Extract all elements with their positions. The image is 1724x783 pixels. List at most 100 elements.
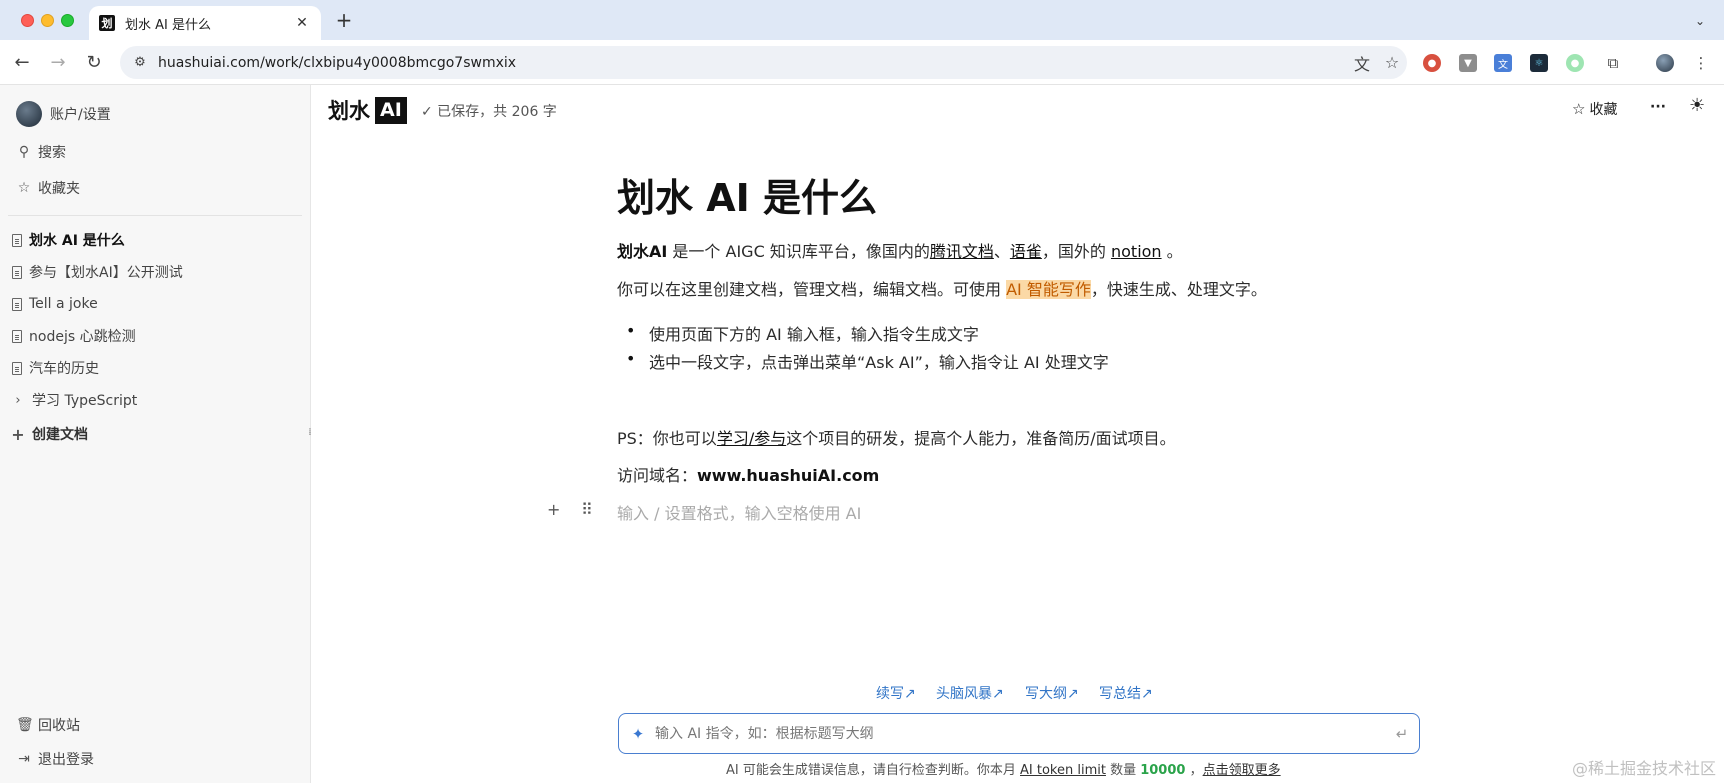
- extensions-puzzle-icon[interactable]: ⧉: [1604, 54, 1622, 72]
- search-icon: ⚲: [18, 144, 30, 160]
- empty-block-placeholder[interactable]: 输入 / 设置格式，输入空格使用 AI: [617, 500, 861, 524]
- browser-toolbar: ← → ↻ ⚙ huashuiai.com/work/clxbipu4y0008…: [0, 40, 1724, 85]
- domain-text: www.huashuiAI.com: [697, 466, 880, 485]
- text: 这个项目的研发，提高个人能力，准备简历/面试项目。: [786, 429, 1176, 448]
- react-devtools-icon[interactable]: ⚛: [1530, 54, 1548, 72]
- link-yuque[interactable]: 语雀: [1010, 242, 1042, 261]
- ai-quick-brainstorm[interactable]: 头脑风暴↗: [936, 683, 1004, 703]
- extension-icon[interactable]: ▼: [1459, 54, 1477, 72]
- browser-tab-bar: 划 划水 AI 是什么 ✕ + ⌄: [0, 0, 1724, 40]
- close-window-button[interactable]: [21, 14, 34, 27]
- trash-icon: 🗑: [16, 717, 34, 733]
- document-icon: [12, 361, 22, 375]
- translate-extension-icon[interactable]: 文: [1494, 54, 1512, 72]
- account-label: 账户/设置: [50, 107, 111, 123]
- document-icon: [12, 329, 22, 343]
- close-tab-icon[interactable]: ✕: [293, 15, 311, 31]
- footnote-text: AI 可能会生成错误信息，请自行检查判断。你本月: [726, 763, 1020, 778]
- get-more-link[interactable]: 点击领取更多: [1203, 763, 1281, 778]
- logout-icon: ⇥: [18, 751, 30, 767]
- minimize-window-button[interactable]: [41, 14, 54, 27]
- sidebar-doc-item[interactable]: 汽车的历史: [0, 353, 310, 383]
- chevron-right-icon[interactable]: ›: [10, 393, 26, 408]
- list-item[interactable]: 使用页面下方的 AI 输入框，输入指令生成文字: [626, 321, 979, 345]
- paragraph-ps[interactable]: PS：你也可以学习/参与这个项目的研发，提高个人能力，准备简历/面试项目。: [617, 425, 1176, 449]
- sidebar-folder-item[interactable]: › 学习 TypeScript: [0, 385, 310, 415]
- list-item[interactable]: 选中一段文字，点击弹出菜单“Ask AI”，输入指令让 AI 处理文字: [626, 349, 1109, 373]
- plus-icon: +: [11, 424, 25, 444]
- ai-command-box: ✦ ↵: [618, 713, 1420, 754]
- extension-icon[interactable]: ●: [1566, 54, 1584, 72]
- star-icon: ☆: [1572, 100, 1586, 118]
- text: 访问域名：: [617, 466, 698, 485]
- token-limit-link[interactable]: AI token limit: [1020, 763, 1106, 778]
- browser-tab-active[interactable]: 划 划水 AI 是什么 ✕: [89, 6, 321, 40]
- sidebar-doc-item[interactable]: Tell a joke: [0, 289, 310, 319]
- list-item-text: 使用页面下方的 AI 输入框，输入指令生成文字: [649, 325, 979, 344]
- doc-label: 划水 AI 是什么: [29, 233, 125, 249]
- enter-icon[interactable]: ↵: [1385, 725, 1419, 743]
- watermark: @稀土掘金技术社区: [1571, 759, 1716, 778]
- extension-icon[interactable]: ●: [1423, 54, 1441, 72]
- star-icon: ☆: [17, 180, 31, 196]
- sidebar-doc-item[interactable]: 划水 AI 是什么: [0, 225, 310, 255]
- ai-quick-summary[interactable]: 写总结↗: [1099, 683, 1153, 703]
- logo-text: 划水: [328, 99, 370, 123]
- text: 。: [1161, 242, 1183, 261]
- ai-quick-outline[interactable]: 写大纲↗: [1025, 683, 1079, 703]
- link-notion[interactable]: notion: [1111, 242, 1162, 261]
- create-doc-label: 创建文档: [32, 427, 88, 443]
- doc-label: nodejs 心跳检测: [29, 329, 136, 345]
- create-doc-button[interactable]: + 创建文档: [0, 419, 310, 449]
- sidebar-search[interactable]: ⚲ 搜索: [0, 137, 310, 167]
- add-block-icon[interactable]: +: [547, 500, 560, 519]
- token-quota: 10000: [1140, 763, 1186, 778]
- logout-button[interactable]: ⇥ 退出登录: [0, 744, 310, 774]
- sidebar-doc-item[interactable]: nodejs 心跳检测: [0, 321, 310, 351]
- sidebar-favorites[interactable]: ☆ 收藏夹: [0, 173, 310, 203]
- highlighted-text: AI 智能写作: [1006, 280, 1091, 299]
- account-settings[interactable]: 账户/设置: [0, 99, 310, 129]
- back-icon[interactable]: ←: [11, 52, 33, 74]
- logout-label: 退出登录: [38, 752, 94, 768]
- link-learn-participate[interactable]: 学习/参与: [717, 429, 786, 448]
- drag-handle-icon[interactable]: ⠿: [581, 500, 593, 519]
- tab-search-icon[interactable]: ⌄: [1688, 10, 1712, 32]
- save-status: ✓ 已保存，共 206 字: [421, 104, 557, 120]
- theme-toggle-icon[interactable]: ☀: [1689, 95, 1705, 116]
- bold-text: 划水AI: [617, 242, 668, 261]
- trash-button[interactable]: 🗑 回收站: [0, 710, 310, 740]
- site-info-icon[interactable]: ⚙: [126, 55, 154, 70]
- paragraph-usage[interactable]: 你可以在这里创建文档，管理文档，编辑文档。可使用 AI 智能写作，快速生成、处理…: [617, 276, 1267, 300]
- link-tencent-docs[interactable]: 腾讯文档: [930, 242, 994, 261]
- paragraph-intro[interactable]: 划水AI 是一个 AIGC 知识库平台，像国内的腾讯文档、语雀，国外的 noti…: [617, 238, 1183, 262]
- folder-label: 学习 TypeScript: [32, 393, 138, 409]
- more-options-icon[interactable]: ···: [1650, 99, 1666, 115]
- url-text[interactable]: huashuiai.com/work/clxbipu4y0008bmcgo7sw…: [158, 55, 1347, 71]
- forward-icon[interactable]: →: [47, 52, 69, 74]
- ai-command-input[interactable]: [655, 725, 1385, 742]
- doc-label: 汽车的历史: [29, 361, 99, 377]
- document-icon: [12, 265, 22, 279]
- address-bar[interactable]: ⚙ huashuiai.com/work/clxbipu4y0008bmcgo7…: [120, 46, 1407, 79]
- new-tab-button[interactable]: +: [333, 8, 355, 32]
- favorite-button[interactable]: ☆ 收藏: [1572, 99, 1617, 119]
- reload-icon[interactable]: ↻: [83, 52, 105, 74]
- sidebar-doc-item[interactable]: 参与【划水AI】公开测试: [0, 257, 310, 287]
- footnote-text: 数量: [1105, 763, 1141, 778]
- footnote-text: ，: [1185, 763, 1203, 778]
- paragraph-domain[interactable]: 访问域名：www.huashuiAI.com: [617, 462, 879, 486]
- maximize-window-button[interactable]: [61, 14, 74, 27]
- doc-label: Tell a joke: [29, 296, 98, 312]
- browser-menu-icon[interactable]: ⋮: [1692, 54, 1710, 72]
- app-logo[interactable]: 划水 AI: [328, 96, 407, 124]
- bookmark-star-icon[interactable]: ☆: [1377, 53, 1407, 72]
- profile-avatar[interactable]: [1656, 54, 1674, 72]
- document-icon: [12, 297, 22, 311]
- text: 你可以在这里创建文档，管理文档，编辑文档。可使用: [617, 280, 1007, 299]
- translate-icon[interactable]: 文: [1347, 51, 1377, 75]
- editor-main: 划水 AI ✓ 已保存，共 206 字 ☆ 收藏 ··· ☀ 划水 AI 是什么…: [311, 85, 1724, 783]
- ai-quick-continue[interactable]: 续写↗: [876, 683, 916, 703]
- search-label: 搜索: [38, 145, 66, 161]
- document-title[interactable]: 划水 AI 是什么: [617, 167, 877, 222]
